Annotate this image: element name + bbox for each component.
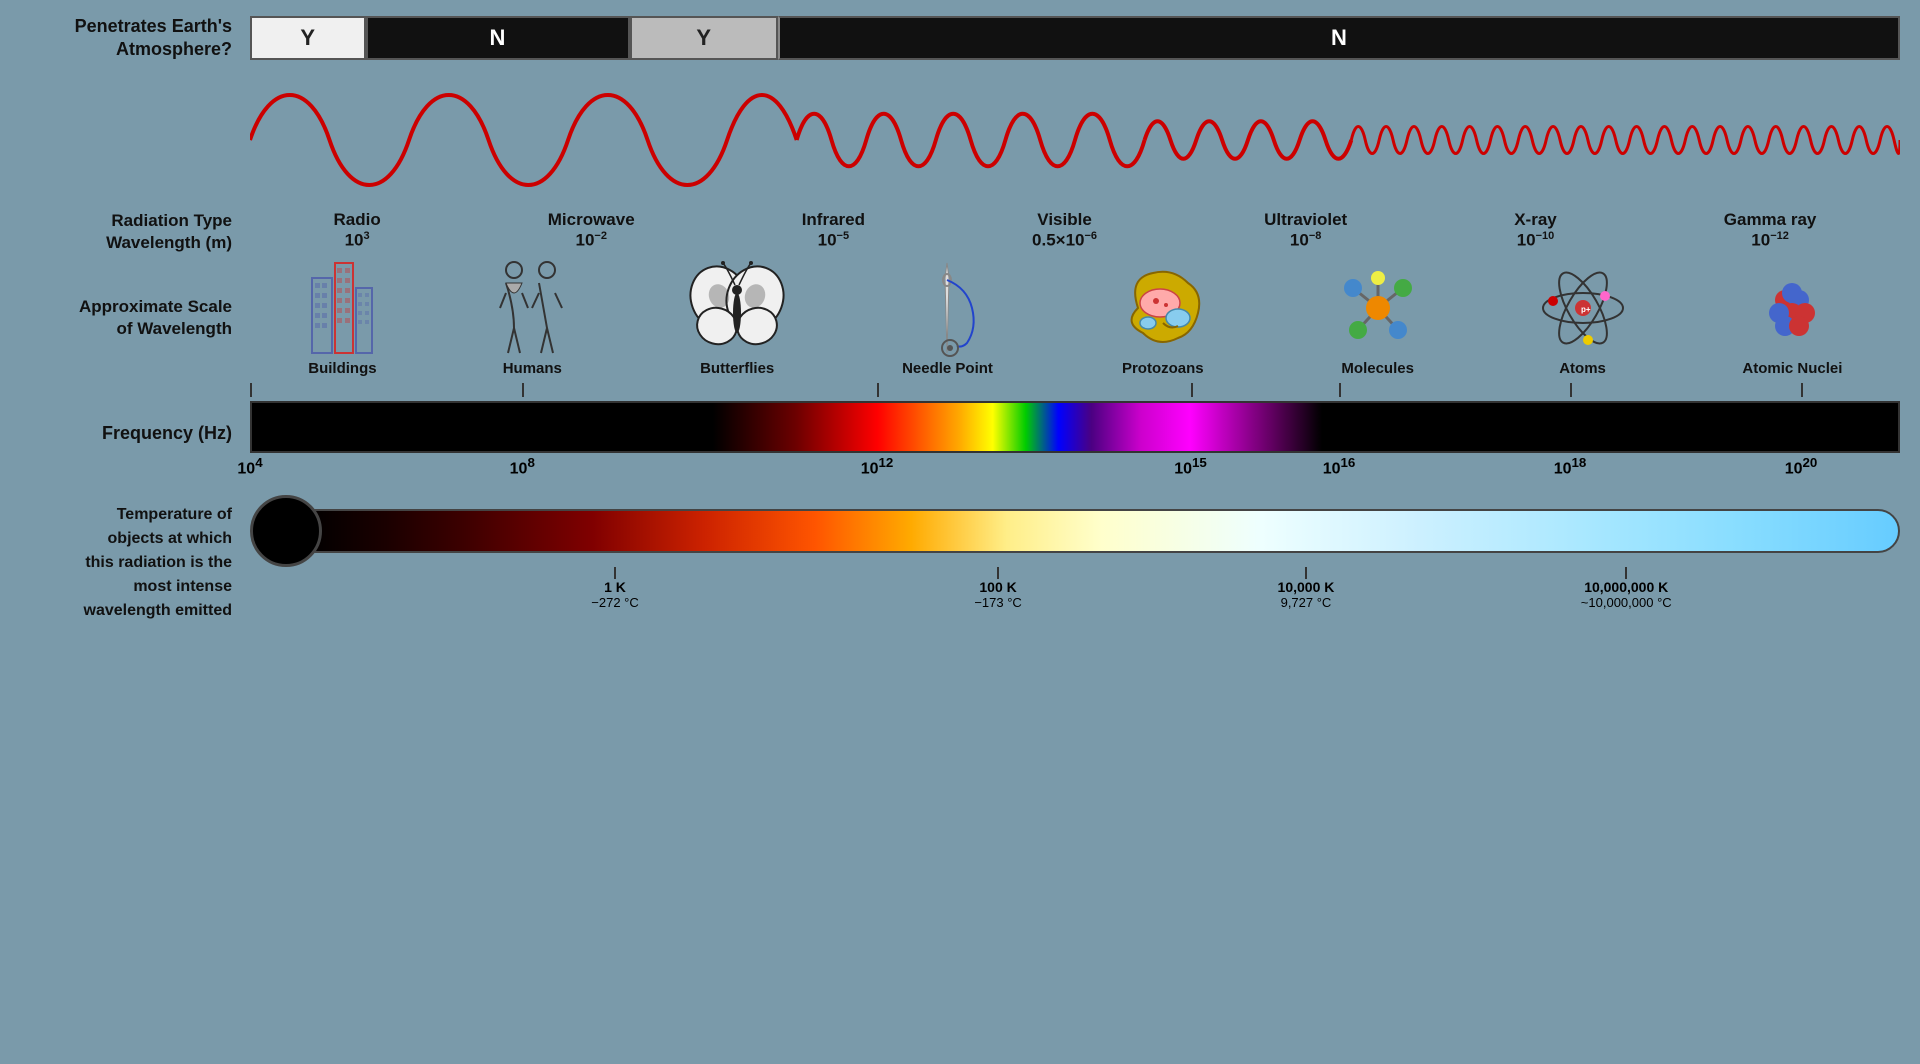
protozoan-svg: [1108, 258, 1218, 358]
scale-label: Approximate Scale of Wavelength: [20, 296, 250, 340]
freq-tick-3: [877, 383, 879, 397]
atmosphere-label: Penetrates Earth's Atmosphere?: [20, 15, 250, 60]
icon-humans: Humans: [492, 258, 572, 377]
temp-tick-labels: 1 K −272 °C 100 K −173 °C 10,000 K 9,727…: [304, 567, 1900, 622]
needle-svg: [912, 258, 982, 358]
temp-100k-celsius: −173 °C: [974, 595, 1021, 610]
temp-tick-10000k: 10,000 K 9,727 °C: [1278, 567, 1335, 610]
frequency-row: Frequency (Hz): [20, 383, 1900, 483]
protozoan-label: Protozoans: [1122, 360, 1204, 377]
needle-label: Needle Point: [902, 360, 993, 377]
atom-svg: p+: [1538, 258, 1628, 358]
atmosphere-bar: Y N Y N: [250, 16, 1900, 60]
freq-bar-container: 104 108 1012 1015 1016 1018 1020: [250, 383, 1900, 483]
atm-y2: Y: [630, 16, 779, 60]
freq-num-20: 1020: [1785, 455, 1818, 478]
temp-bar-wrapper: [250, 495, 1900, 567]
nucleus-svg: [1747, 258, 1837, 358]
freq-tick-4: [1191, 383, 1193, 397]
humans-label: Humans: [503, 360, 562, 377]
freq-num-15: 1015: [1174, 455, 1207, 478]
temp-10mk-celsius: ~10,000,000 °C: [1581, 595, 1672, 610]
buildings-svg: [307, 258, 377, 358]
wave-row: [250, 60, 1900, 220]
icon-atom: p+ Atoms: [1538, 258, 1628, 377]
icon-protozoan: Protozoans: [1108, 258, 1218, 377]
freq-tick-6: [1570, 383, 1572, 397]
temp-tick-1k: 1 K −272 °C: [591, 567, 638, 610]
freq-gradient-bar: [250, 401, 1900, 453]
scale-row: Approximate Scale of Wavelength: [20, 258, 1900, 377]
scale-icons-flex: Buildings Humans: [250, 258, 1900, 377]
rad-infrared-wl: 10−5: [818, 230, 849, 251]
rad-radio-wl: 103: [345, 230, 370, 251]
atom-label: Atoms: [1559, 360, 1606, 377]
svg-text:p+: p+: [1581, 305, 1591, 314]
molecule-label: Molecules: [1341, 360, 1414, 377]
temperature-label: Temperature of objects at which this rad…: [20, 493, 250, 623]
icon-needle: Needle Point: [902, 258, 993, 377]
nucleus-label: Atomic Nuclei: [1742, 360, 1842, 377]
freq-tick-1: [250, 383, 252, 397]
freq-num-4: 104: [237, 455, 262, 478]
icon-buildings: Buildings: [307, 258, 377, 377]
temp-10000k-celsius: 9,727 °C: [1281, 595, 1332, 610]
icon-molecule: Molecules: [1333, 258, 1423, 377]
freq-tick-5: [1339, 383, 1341, 397]
temp-1k-celsius: −272 °C: [591, 595, 638, 610]
freq-numbers: 104 108 1012 1015 1016 1018 1020: [250, 455, 1900, 483]
freq-tick-2: [522, 383, 524, 397]
temp-tick-100k: 100 K −173 °C: [974, 567, 1021, 610]
freq-num-12: 1012: [861, 455, 894, 478]
wave-svg: [250, 60, 1900, 220]
atmosphere-row: Penetrates Earth's Atmosphere? Y N Y N: [20, 15, 1900, 60]
temp-bar-container: 1 K −272 °C 100 K −173 °C 10,000 K 9,727…: [250, 495, 1900, 622]
freq-num-8: 108: [510, 455, 535, 478]
humans-svg: [492, 258, 572, 358]
thermometer-bulb: [250, 495, 322, 567]
temperature-section: Temperature of objects at which this rad…: [20, 493, 1900, 623]
butterfly-svg: [687, 258, 787, 358]
icon-nucleus: Atomic Nuclei: [1742, 258, 1842, 377]
rad-uv-wl: 10−8: [1290, 230, 1321, 251]
temp-10mk-label: 10,000,000 K: [1584, 579, 1668, 595]
atm-y1: Y: [250, 16, 366, 60]
freq-ticks-top: [250, 383, 1900, 401]
main-container: Penetrates Earth's Atmosphere? Y N Y N R…: [0, 0, 1920, 1064]
freq-num-16: 1016: [1323, 455, 1356, 478]
temp-100k-label: 100 K: [979, 579, 1016, 595]
rad-microwave-wl: 10−2: [575, 230, 606, 251]
temp-10000k-label: 10,000 K: [1278, 579, 1335, 595]
freq-num-18: 1018: [1554, 455, 1587, 478]
butterfly-label: Butterflies: [700, 360, 774, 377]
frequency-label: Frequency (Hz): [20, 422, 250, 445]
rad-gamma-wl: 10−12: [1751, 230, 1789, 251]
atm-n1: N: [366, 16, 630, 60]
temp-1k-label: 1 K: [604, 579, 626, 595]
atm-n2: N: [778, 16, 1900, 60]
molecule-svg: [1333, 258, 1423, 358]
rad-xray-wl: 10−10: [1517, 230, 1555, 251]
temp-gradient-bar: [304, 509, 1900, 553]
icon-butterfly: Butterflies: [687, 258, 787, 377]
buildings-label: Buildings: [308, 360, 376, 377]
rad-visible-wl: 0.5×10−6: [1032, 230, 1097, 251]
freq-tick-7: [1801, 383, 1803, 397]
radiation-label: Radiation Type Wavelength (m): [20, 210, 250, 254]
temp-tick-10mk: 10,000,000 K ~10,000,000 °C: [1581, 567, 1672, 610]
